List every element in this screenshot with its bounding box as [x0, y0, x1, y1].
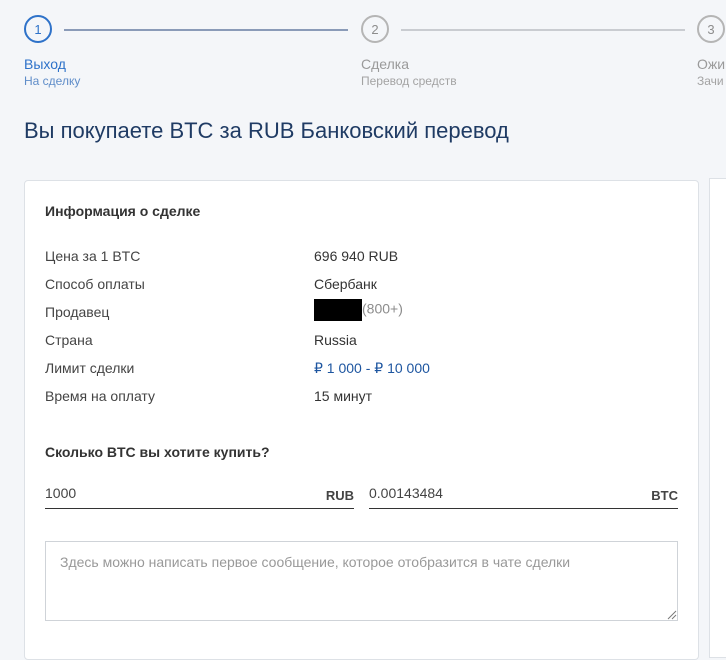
btc-amount-input[interactable]: [369, 485, 569, 501]
step-1-title: Выход: [24, 56, 66, 72]
payment-method-value: Сбербанк: [314, 276, 377, 292]
seller-value: (800+): [314, 299, 403, 321]
step-1-circle: 1: [24, 15, 52, 43]
country-label: Страна: [45, 332, 93, 348]
payment-time-label: Время на оплату: [45, 388, 155, 404]
rub-amount-input[interactable]: [45, 485, 245, 501]
rub-unit-label: RUB: [325, 488, 354, 503]
step-3-subtitle: Зачи: [697, 74, 724, 88]
step-connector-1: [64, 29, 348, 31]
redacted-seller-name: [314, 299, 362, 321]
step-2-circle: 2: [361, 15, 389, 43]
rub-amount-field: RUB: [45, 483, 354, 509]
deal-form-card: Информация о сделке Цена за 1 BTC 696 94…: [24, 180, 699, 660]
amount-question: Сколько BTC вы хотите купить?: [45, 444, 270, 460]
first-message-textarea[interactable]: [45, 541, 678, 621]
step-2-subtitle: Перевод средств: [361, 74, 457, 88]
seller-trade-count: (800+): [362, 300, 403, 317]
limit-label: Лимит сделки: [45, 360, 135, 376]
payment-method-label: Способ оплаты: [45, 276, 145, 292]
step-connector-2: [401, 29, 685, 31]
limit-value: ₽ 1 000 - ₽ 10 000: [314, 360, 430, 376]
step-1-subtitle: На сделку: [24, 74, 81, 88]
btc-amount-field: BTC: [369, 483, 678, 509]
deal-info-heading: Информация о сделке: [45, 203, 201, 219]
country-value: Russia: [314, 332, 357, 348]
resize-handle-icon[interactable]: [665, 608, 677, 620]
seller-label: Продавец: [45, 304, 110, 320]
step-2-title: Сделка: [361, 56, 409, 72]
page-title: Вы покупаете BTC за RUB Банковский перев…: [24, 118, 509, 143]
btc-unit-label: BTC: [651, 488, 678, 503]
price-value: 696 940 RUB: [314, 248, 399, 264]
payment-time-value: 15 минут: [314, 388, 373, 404]
step-3-circle: 3: [697, 15, 725, 43]
side-panel: [709, 178, 726, 658]
price-label: Цена за 1 BTC: [45, 248, 141, 264]
step-3-title: Ожи: [697, 56, 726, 72]
